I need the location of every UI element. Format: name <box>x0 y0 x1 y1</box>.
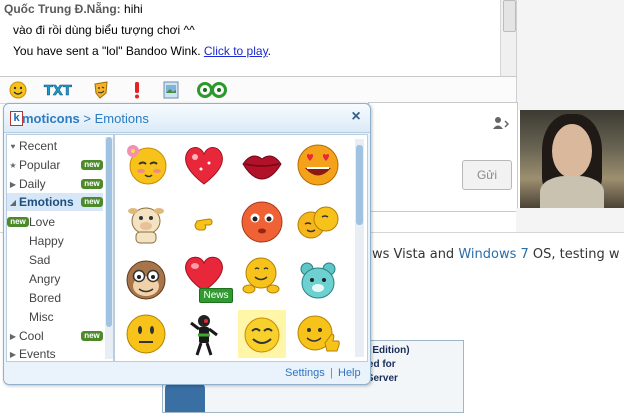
new-badge: new <box>81 331 103 341</box>
send-button[interactable]: Gửi <box>462 160 512 190</box>
emoticon-lips-icon[interactable] <box>237 139 287 189</box>
text-style-icon[interactable]: TXT <box>42 80 76 100</box>
new-badge: new <box>7 217 29 227</box>
heart-icon: ♥ <box>10 141 16 151</box>
expand-arrow-icon: ▶ <box>9 331 17 341</box>
expand-arrow-icon: ▶ <box>9 349 17 359</box>
emoticon-smiley-icon[interactable] <box>8 80 28 100</box>
star-icon: ★ <box>9 160 17 170</box>
current-section: Emotions <box>94 111 149 126</box>
chat-message-text: hihi <box>124 2 143 16</box>
emoticon-cow-icon[interactable] <box>121 197 171 247</box>
popup-header: k moticons > Emotions × <box>4 104 370 133</box>
category-label: Recent <box>19 139 58 153</box>
category-label: Emotions <box>19 195 74 209</box>
webpage-text-suffix: OS, testing w <box>532 247 620 262</box>
settings-link[interactable]: Settings <box>285 367 325 379</box>
chat-message-3: You have sent a "lol" Bandoo Wink. Click… <box>13 44 271 58</box>
sidebar-scroll-thumb[interactable] <box>106 137 112 327</box>
chat-scrollbar[interactable] <box>500 0 517 76</box>
emoticon-rocker-figure-icon[interactable] <box>179 309 229 359</box>
popup-footer: Settings | Help <box>4 362 370 384</box>
wink-icon[interactable] <box>92 80 110 100</box>
wink-notice-suffix: . <box>267 44 272 58</box>
emoticon-monkey-glasses-icon[interactable] <box>121 255 171 305</box>
chat-toolbar: TXT <box>0 76 516 104</box>
emoticon-pointing-hand-icon[interactable] <box>179 197 229 247</box>
help-link[interactable]: Help <box>338 367 361 379</box>
new-badge: new <box>81 179 103 189</box>
send-picture-icon[interactable] <box>162 80 180 100</box>
games-icon[interactable] <box>196 80 228 100</box>
category-sidebar: ♥ Recent ★ Popular new ▶ Daily new ◢ Emotions n… <box>6 134 114 362</box>
emoticon-flower-blush-icon[interactable] <box>121 139 171 189</box>
chat-scroll-thumb[interactable] <box>503 0 516 32</box>
chat-message-1: Quốc Trung Đ.Nẵng: hihi <box>4 2 143 16</box>
category-popular[interactable]: ★ Popular new <box>7 156 103 174</box>
subcategory-love[interactable]: new Love <box>7 213 103 231</box>
title-separator: > <box>79 111 95 126</box>
emoticon-teal-bear-icon[interactable] <box>293 255 343 305</box>
category-cool[interactable]: ▶ Cool new <box>7 327 103 345</box>
emoticon-waving-smiley-icon[interactable] <box>237 251 287 301</box>
brand-name: moticons <box>22 111 80 126</box>
nudge-alert-icon[interactable] <box>130 80 144 100</box>
close-icon[interactable]: × <box>349 109 363 125</box>
new-badge: new <box>81 160 103 170</box>
webcam-video <box>520 110 624 208</box>
collapse-arrow-icon: ◢ <box>9 197 17 207</box>
chat-sender: Quốc Trung Đ.Nẵng: <box>4 2 121 16</box>
contact-person-icon[interactable] <box>492 116 510 132</box>
new-badge: new <box>81 197 103 207</box>
category-emotions[interactable]: ◢ Emotions new <box>7 193 103 211</box>
news-tag: News <box>199 288 233 303</box>
emoticon-glowing-smiley-icon[interactable] <box>237 309 287 359</box>
contact-panel-background <box>516 0 624 110</box>
popup-title: moticons > Emotions <box>22 111 149 126</box>
category-events[interactable]: ▶ Events <box>7 345 103 363</box>
sidebar-scrollbar[interactable] <box>105 137 113 359</box>
click-to-play-link[interactable]: Click to play <box>204 44 268 58</box>
emoticon-thumbs-up-smiley-icon[interactable] <box>293 309 343 359</box>
webpage-text: ws Vista and Windows 7 OS, testing w <box>372 247 620 262</box>
emoticon-picker-popup: k moticons > Emotions × ♥ Recent ★ Popular… <box>3 103 371 385</box>
chat-history: Quốc Trung Đ.Nẵng: hihi vào đi rồi dùng … <box>0 0 516 76</box>
grid-scrollbar[interactable] <box>355 139 364 357</box>
svg-text:TXT: TXT <box>44 84 72 98</box>
category-label: Daily <box>19 177 46 191</box>
emoticon-blank-smiley-icon[interactable] <box>121 309 171 359</box>
webpage-text-prefix: ws Vista and <box>372 247 455 262</box>
category-label: Love <box>29 215 56 229</box>
windows-7-link[interactable]: Windows 7 <box>458 247 528 262</box>
category-label: Popular <box>19 158 61 172</box>
emoticon-hugging-smileys-icon[interactable] <box>293 197 343 247</box>
expand-arrow-icon: ▶ <box>9 179 17 189</box>
category-label: Cool <box>19 329 44 343</box>
emoticon-heart-eyes-icon[interactable] <box>293 139 343 189</box>
chat-message-2: vào đi rồi dùng biểu tượng chơi ^^ <box>13 23 195 37</box>
emoticon-grid: News <box>114 134 368 362</box>
wink-notice-text: You have sent a "lol" Bandoo Wink. <box>13 44 201 58</box>
contact-panel-footer <box>516 208 624 232</box>
category-recent[interactable]: ♥ Recent <box>7 137 103 155</box>
grid-scroll-thumb[interactable] <box>356 145 363 225</box>
emoticon-sparkle-heart-icon[interactable] <box>179 139 229 189</box>
footer-separator: | <box>330 367 333 379</box>
ad-image <box>165 381 205 412</box>
category-label: Events <box>19 347 56 361</box>
emoticon-red-blush-face-icon[interactable] <box>237 197 287 247</box>
category-daily[interactable]: ▶ Daily new <box>7 175 103 193</box>
